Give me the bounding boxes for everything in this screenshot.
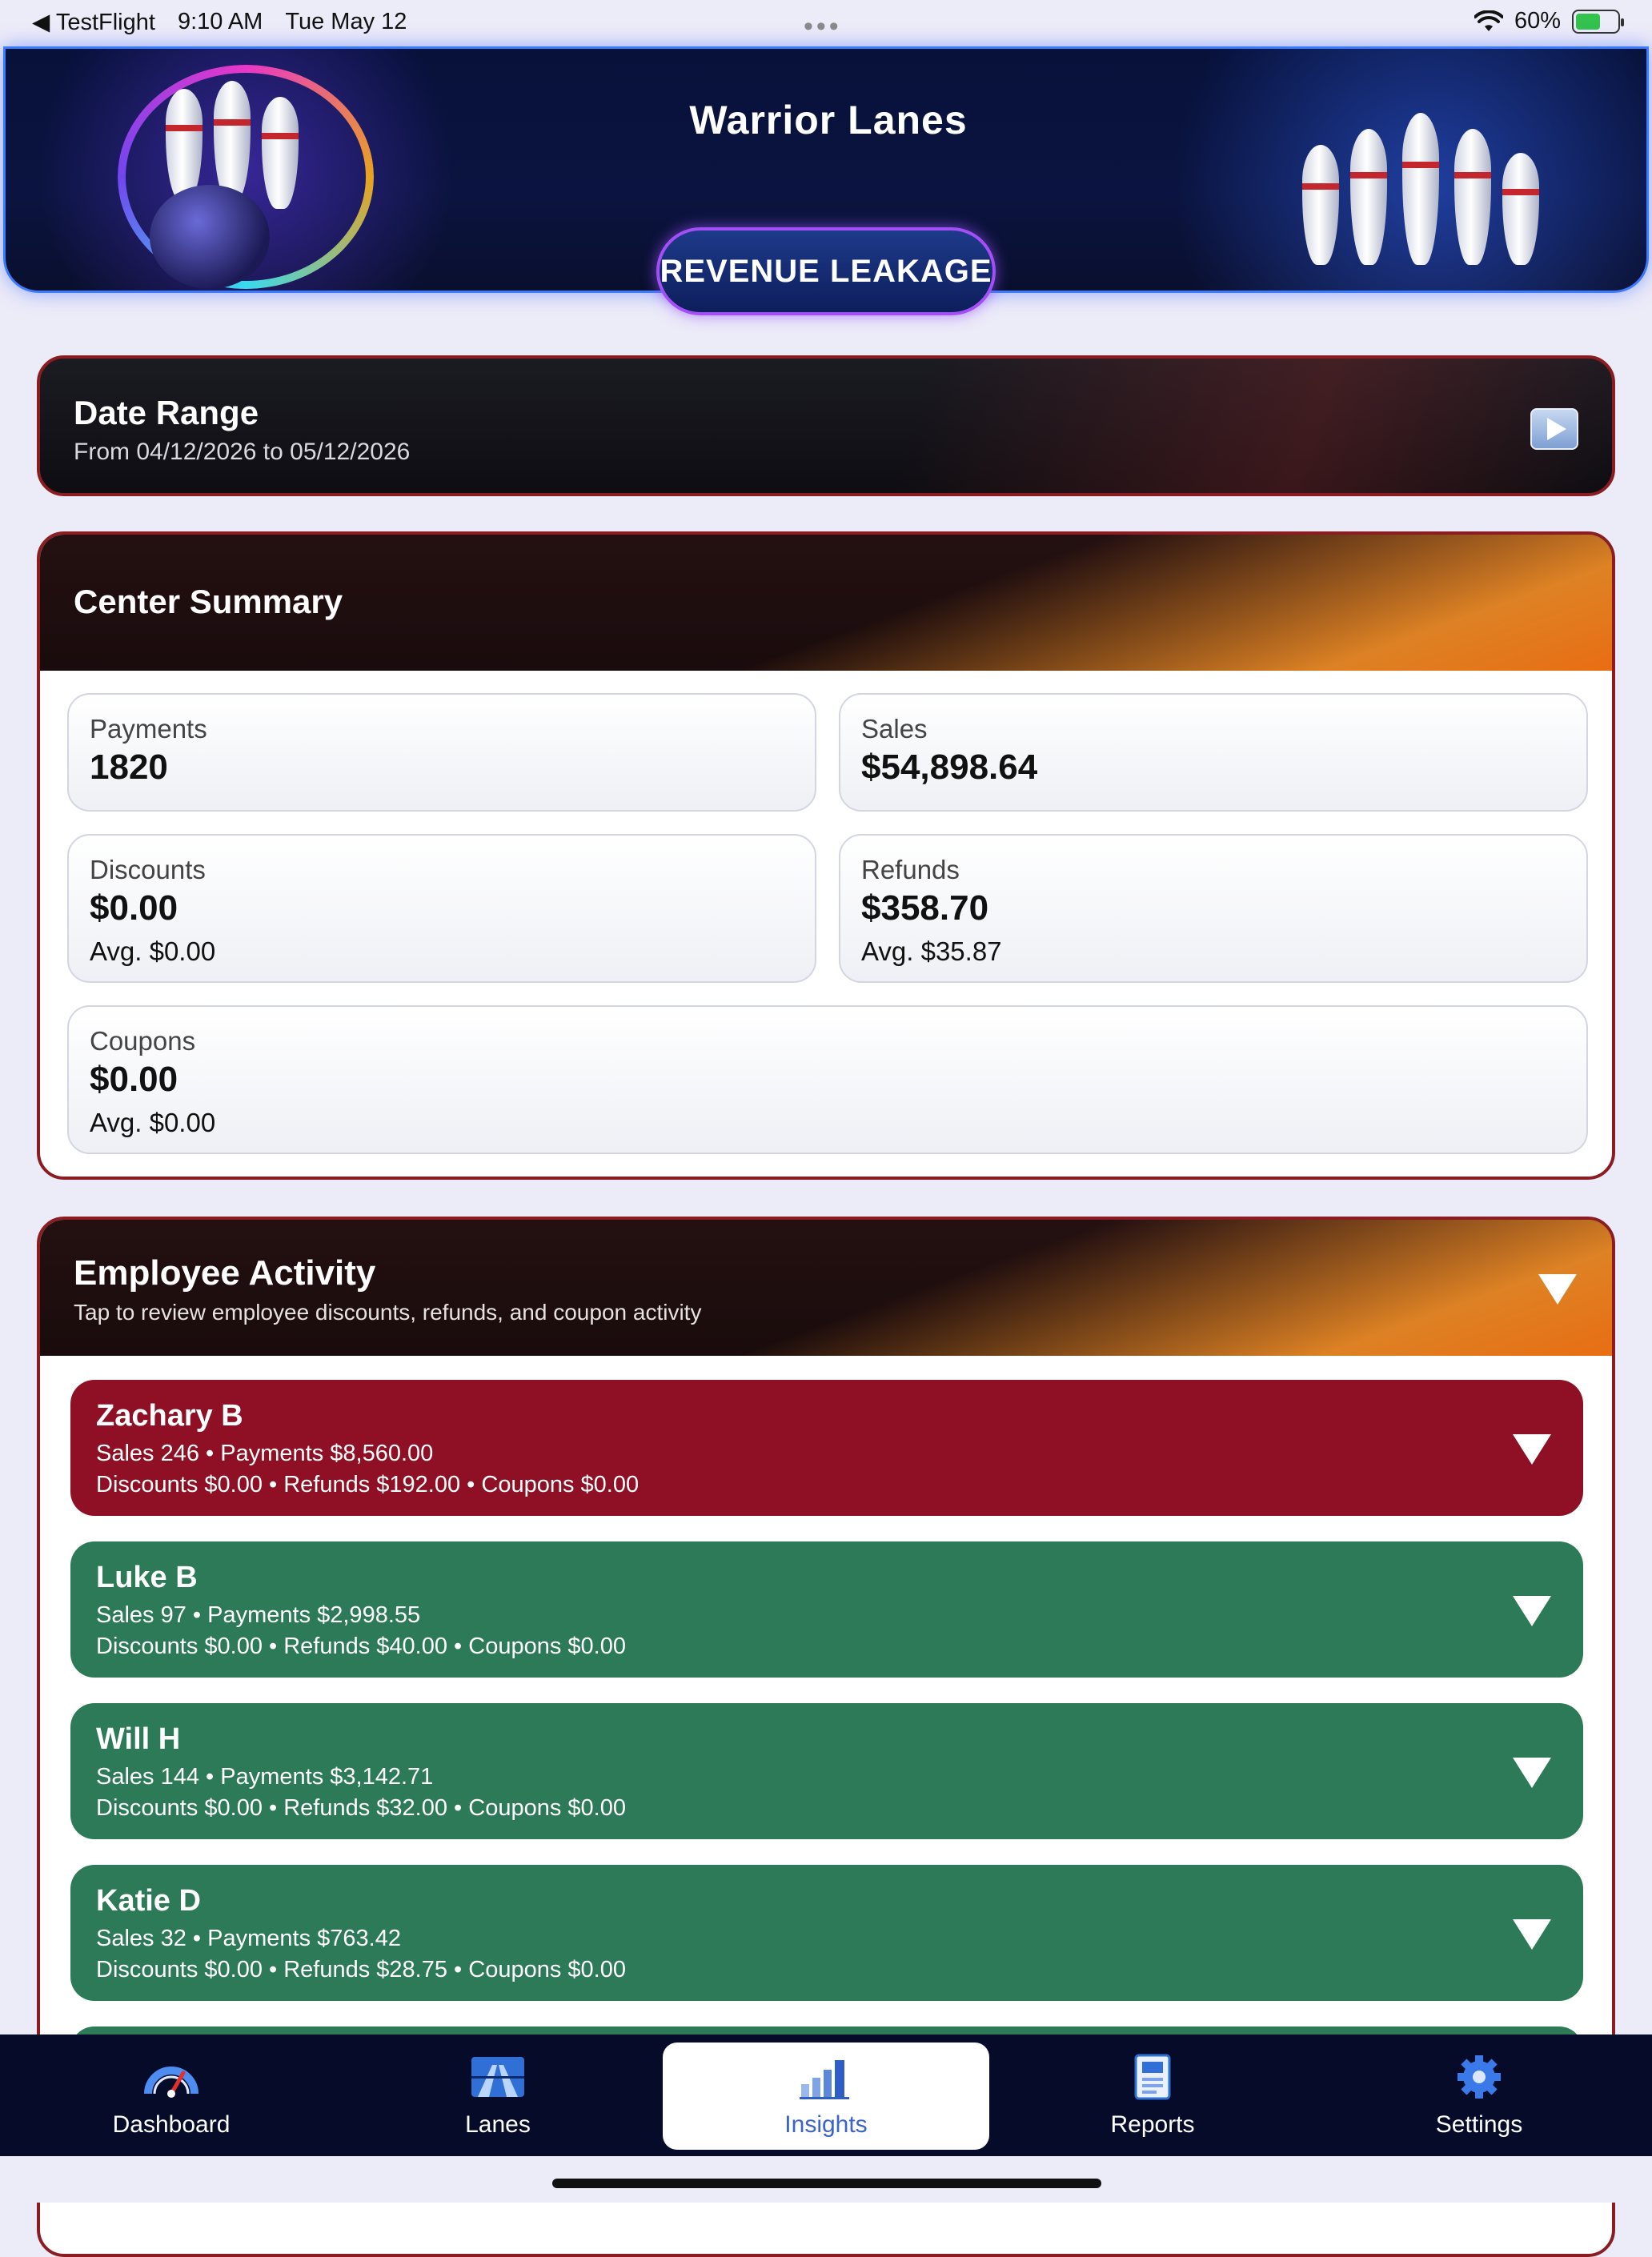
tab-label: Lanes: [465, 2111, 531, 2138]
employee-row[interactable]: Will H Sales 144 • Payments $3,142.71 Di…: [70, 1703, 1583, 1839]
expand-chevron-icon[interactable]: [1513, 1434, 1551, 1465]
collapse-chevron-icon[interactable]: [1538, 1274, 1577, 1305]
play-icon[interactable]: [1530, 408, 1578, 450]
tab-label: Settings: [1435, 2111, 1523, 2138]
date-range-card[interactable]: Date Range From 04/12/2026 to 05/12/2026: [37, 355, 1615, 496]
bowling-ball-icon: [150, 185, 270, 289]
refunds-stat: Refunds $358.70 Avg. $35.87: [839, 834, 1588, 983]
battery-percent: 60%: [1514, 8, 1561, 34]
employee-adjustments-line: Discounts $0.00 • Refunds $40.00 • Coupo…: [96, 1634, 626, 1659]
bottom-tab-bar: Dashboard Lanes Insights Reports Setting…: [0, 2035, 1652, 2156]
coupons-stat: Coupons $0.00 Avg. $0.00: [67, 1005, 1588, 1154]
employee-name: Zachary B: [96, 1399, 243, 1433]
expand-chevron-icon[interactable]: [1513, 1758, 1551, 1788]
employee-sales-line: Sales 32 • Payments $763.42: [96, 1926, 401, 1951]
discounts-stat: Discounts $0.00 Avg. $0.00: [67, 834, 816, 983]
stat-value: $0.00: [90, 1060, 178, 1099]
employee-row[interactable]: Katie D Sales 32 • Payments $763.42 Disc…: [70, 1865, 1583, 2001]
tab-lanes[interactable]: Lanes: [335, 2043, 661, 2150]
payments-stat: Payments 1820: [67, 693, 816, 812]
multitasking-dots[interactable]: •••: [804, 11, 842, 42]
report-icon: [1134, 2054, 1171, 2100]
wifi-icon: [1474, 10, 1503, 31]
stat-label: Payments: [90, 714, 207, 744]
back-to-app-link[interactable]: ◀ TestFlight: [32, 8, 155, 36]
stat-label: Discounts: [90, 855, 206, 884]
employee-name: Luke B: [96, 1561, 198, 1594]
sales-stat: Sales $54,898.64: [839, 693, 1588, 812]
stat-average: Avg. $0.00: [90, 1108, 216, 1137]
employee-name: Katie D: [96, 1884, 201, 1918]
employee-sales-line: Sales 97 • Payments $2,998.55: [96, 1602, 421, 1628]
tab-label: Insights: [784, 2111, 868, 2138]
home-indicator[interactable]: [552, 2179, 1101, 2188]
employee-adjustments-line: Discounts $0.00 • Refunds $32.00 • Coupo…: [96, 1795, 626, 1821]
stat-value: $358.70: [861, 888, 989, 928]
status-time: 9:10 AM: [177, 9, 263, 34]
stat-value: 1820: [90, 748, 168, 787]
employee-activity-subtitle: Tap to review employee discounts, refund…: [74, 1300, 702, 1325]
stat-value: $0.00: [90, 888, 178, 928]
employee-adjustments-line: Discounts $0.00 • Refunds $28.75 • Coupo…: [96, 1957, 626, 1982]
center-summary-card: Center Summary Payments 1820 Sales $54,8…: [37, 531, 1615, 1180]
center-summary-header: Center Summary: [40, 535, 1612, 671]
status-bar: ◀ TestFlight 9:10 AM Tue May 12 ••• 60%: [0, 0, 1652, 45]
tab-dashboard[interactable]: Dashboard: [8, 2043, 335, 2150]
tab-label: Reports: [1110, 2111, 1195, 2138]
expand-chevron-icon[interactable]: [1513, 1919, 1551, 1950]
date-range-subtitle: From 04/12/2026 to 05/12/2026: [74, 439, 411, 465]
app-title: Warrior Lanes: [689, 98, 968, 142]
bowling-pin-icon: [1454, 129, 1491, 265]
stat-label: Refunds: [861, 855, 960, 884]
status-date: Tue May 12: [285, 9, 407, 34]
speedometer-icon: [144, 2067, 198, 2098]
center-summary-title: Center Summary: [74, 583, 343, 620]
battery-icon: [1572, 9, 1624, 34]
stat-average: Avg. $35.87: [861, 936, 1002, 966]
stat-average: Avg. $0.00: [90, 936, 216, 966]
bowling-pin-icon: [1350, 129, 1387, 265]
tab-reports[interactable]: Reports: [989, 2043, 1316, 2150]
employee-sales-line: Sales 246 • Payments $8,560.00: [96, 1441, 434, 1466]
employee-adjustments-line: Discounts $0.00 • Refunds $192.00 • Coup…: [96, 1472, 640, 1497]
employee-row[interactable]: Zachary B Sales 246 • Payments $8,560.00…: [70, 1380, 1583, 1516]
revenue-leakage-button[interactable]: REVENUE LEAKAGE: [656, 227, 996, 315]
stat-value: $54,898.64: [861, 748, 1038, 787]
bowling-pin-icon: [1502, 153, 1539, 265]
employee-activity-header[interactable]: Employee Activity Tap to review employee…: [40, 1220, 1612, 1356]
stat-label: Coupons: [90, 1026, 196, 1056]
employee-name: Will H: [96, 1722, 181, 1756]
tab-label: Dashboard: [112, 2111, 231, 2138]
tab-settings[interactable]: Settings: [1316, 2043, 1642, 2150]
lanes-icon: [471, 2057, 524, 2097]
tab-insights[interactable]: Insights: [663, 2043, 989, 2150]
gear-icon: [1458, 2055, 1501, 2099]
date-range-title: Date Range: [74, 394, 259, 431]
bar-chart-icon: [800, 2060, 849, 2099]
employee-sales-line: Sales 144 • Payments $3,142.71: [96, 1764, 434, 1790]
expand-chevron-icon[interactable]: [1513, 1596, 1551, 1626]
employee-activity-title: Employee Activity: [74, 1253, 376, 1293]
stat-label: Sales: [861, 714, 928, 744]
bowling-pin-icon: [1302, 145, 1339, 265]
employee-row[interactable]: Luke B Sales 97 • Payments $2,998.55 Dis…: [70, 1541, 1583, 1678]
